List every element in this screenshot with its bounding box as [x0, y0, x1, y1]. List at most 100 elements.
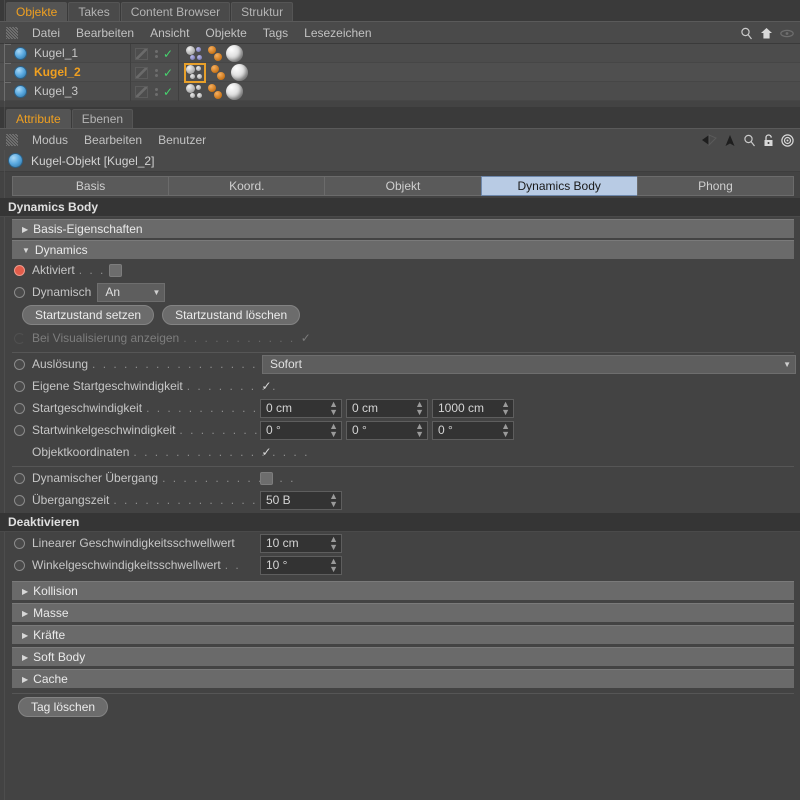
tag-group[interactable]: [185, 44, 244, 63]
menu-bearbeiten[interactable]: Bearbeiten: [76, 129, 150, 151]
keyframe-marker[interactable]: [14, 403, 25, 414]
set-initial-state-button[interactable]: Startzustand setzen: [22, 305, 154, 325]
menu-ansicht[interactable]: Ansicht: [142, 22, 197, 44]
stepper-icon[interactable]: ▲▼: [415, 422, 424, 438]
back-arrow-icon[interactable]: [701, 134, 717, 146]
tab-objekt[interactable]: Objekt: [324, 176, 480, 196]
stepper-icon[interactable]: ▲▼: [329, 422, 338, 438]
delete-tag-button[interactable]: Tag löschen: [18, 697, 108, 717]
object-name-selected[interactable]: Kugel_2: [34, 65, 81, 79]
visibility-dots-icon[interactable]: [152, 69, 160, 77]
visibility-dots-icon[interactable]: [152, 50, 160, 58]
object-name[interactable]: Kugel_1: [34, 46, 78, 60]
eye-icon[interactable]: [780, 28, 794, 39]
visibility-dots-icon[interactable]: [152, 88, 160, 96]
winkel-schwellwert-field[interactable]: 10 °▲▼: [260, 556, 342, 575]
tag-group[interactable]: [185, 82, 244, 101]
keyframe-marker[interactable]: [14, 425, 25, 436]
material-tag-icon[interactable]: [226, 45, 243, 62]
group-masse[interactable]: ▶ Masse: [12, 603, 794, 622]
stepper-icon[interactable]: ▲▼: [501, 400, 510, 416]
material-tag-icon[interactable]: [231, 64, 248, 81]
menu-datei[interactable]: Datei: [24, 22, 68, 44]
keyframe-marker[interactable]: [14, 265, 25, 276]
keyframe-marker[interactable]: [14, 538, 25, 549]
objektkoordinaten-checkbox[interactable]: ✓: [260, 446, 273, 459]
drag-grip-icon[interactable]: [6, 134, 18, 146]
enabled-check-icon[interactable]: ✓: [163, 48, 173, 60]
group-cache[interactable]: ▶ Cache: [12, 669, 794, 688]
keyframe-marker[interactable]: [14, 381, 25, 392]
startwinkel-b[interactable]: 0 °▲▼: [432, 421, 514, 440]
stepper-icon[interactable]: ▲▼: [329, 492, 338, 508]
table-row[interactable]: Kugel_1 ✓: [0, 44, 800, 63]
enabled-check-icon[interactable]: ✓: [163, 86, 173, 98]
group-kollision[interactable]: ▶ Kollision: [12, 581, 794, 600]
up-arrow-icon[interactable]: [724, 134, 736, 147]
lock-icon[interactable]: [763, 134, 774, 147]
tab-ebenen[interactable]: Ebenen: [72, 109, 133, 128]
target-icon[interactable]: [781, 134, 794, 147]
dynamics-body-tag-icon[interactable]: [186, 65, 204, 81]
startgeschwindigkeit-z[interactable]: 1000 cm▲▼: [432, 399, 514, 418]
menu-modus[interactable]: Modus: [24, 129, 76, 151]
drag-grip-icon[interactable]: [6, 27, 18, 39]
table-row[interactable]: Kugel_2 ✓: [0, 63, 800, 82]
tab-objekte[interactable]: Objekte: [6, 2, 67, 21]
stepper-icon[interactable]: ▲▼: [415, 400, 424, 416]
dynamischer-uebergang-checkbox[interactable]: [260, 472, 273, 485]
dynamisch-dropdown[interactable]: An ▼: [97, 283, 165, 302]
tab-struktur[interactable]: Struktur: [231, 2, 293, 21]
tab-basis[interactable]: Basis: [12, 176, 168, 196]
startwinkel-h[interactable]: 0 °▲▼: [260, 421, 342, 440]
eigene-startgeschwindigkeit-checkbox[interactable]: ✓: [260, 380, 273, 393]
startgeschwindigkeit-x[interactable]: 0 cm▲▼: [260, 399, 342, 418]
group-kraefte[interactable]: ▶ Kräfte: [12, 625, 794, 644]
collider-tag-icon[interactable]: [207, 46, 223, 62]
menu-objekte[interactable]: Objekte: [197, 22, 254, 44]
menu-tags[interactable]: Tags: [255, 22, 296, 44]
visibility-toggle[interactable]: [135, 86, 148, 98]
dynamics-body-tag-icon[interactable]: [186, 84, 204, 100]
object-name[interactable]: Kugel_3: [34, 84, 78, 98]
menu-benutzer[interactable]: Benutzer: [150, 129, 214, 151]
tab-takes[interactable]: Takes: [68, 2, 119, 21]
stepper-icon[interactable]: ▲▼: [329, 535, 338, 551]
stepper-icon[interactable]: ▲▼: [329, 400, 338, 416]
startwinkel-p[interactable]: 0 °▲▼: [346, 421, 428, 440]
group-soft-body[interactable]: ▶ Soft Body: [12, 647, 794, 666]
collider-tag-icon[interactable]: [210, 65, 226, 81]
keyframe-marker[interactable]: [14, 473, 25, 484]
stepper-icon[interactable]: ▲▼: [329, 557, 338, 573]
search-icon[interactable]: [743, 134, 756, 147]
visibility-toggle[interactable]: [135, 67, 148, 79]
visibility-toggle[interactable]: [135, 48, 148, 60]
menu-lesezeichen[interactable]: Lesezeichen: [296, 22, 379, 44]
aktiviert-checkbox[interactable]: [109, 264, 122, 277]
group-dynamics[interactable]: ▼ Dynamics: [12, 240, 794, 259]
tab-dynamics-body[interactable]: Dynamics Body: [481, 176, 637, 196]
keyframe-marker[interactable]: [14, 560, 25, 571]
keyframe-marker[interactable]: [14, 495, 25, 506]
tab-koord[interactable]: Koord.: [168, 176, 324, 196]
tab-attribute[interactable]: Attribute: [6, 109, 71, 128]
menu-bearbeiten[interactable]: Bearbeiten: [68, 22, 142, 44]
keyframe-marker[interactable]: [14, 359, 25, 370]
home-icon[interactable]: [760, 27, 773, 40]
material-tag-icon[interactable]: [226, 83, 243, 100]
uebergangszeit-field[interactable]: 50 B▲▼: [260, 491, 342, 510]
clear-initial-state-button[interactable]: Startzustand löschen: [162, 305, 300, 325]
dynamics-body-tag-icon[interactable]: [186, 46, 204, 62]
tag-group-selected[interactable]: [185, 64, 205, 82]
collider-tag-icon[interactable]: [207, 84, 223, 100]
group-basis-eigenschaften[interactable]: ▶ Basis-Eigenschaften: [12, 219, 794, 238]
tab-phong[interactable]: Phong: [637, 176, 794, 196]
linearer-schwellwert-field[interactable]: 10 cm▲▼: [260, 534, 342, 553]
startgeschwindigkeit-y[interactable]: 0 cm▲▼: [346, 399, 428, 418]
search-icon[interactable]: [740, 27, 753, 40]
tab-content-browser[interactable]: Content Browser: [121, 2, 230, 21]
table-row[interactable]: Kugel_3 ✓: [0, 82, 800, 101]
ausloesung-dropdown[interactable]: Sofort ▼: [262, 355, 796, 374]
keyframe-marker[interactable]: [14, 287, 25, 298]
stepper-icon[interactable]: ▲▼: [501, 422, 510, 438]
